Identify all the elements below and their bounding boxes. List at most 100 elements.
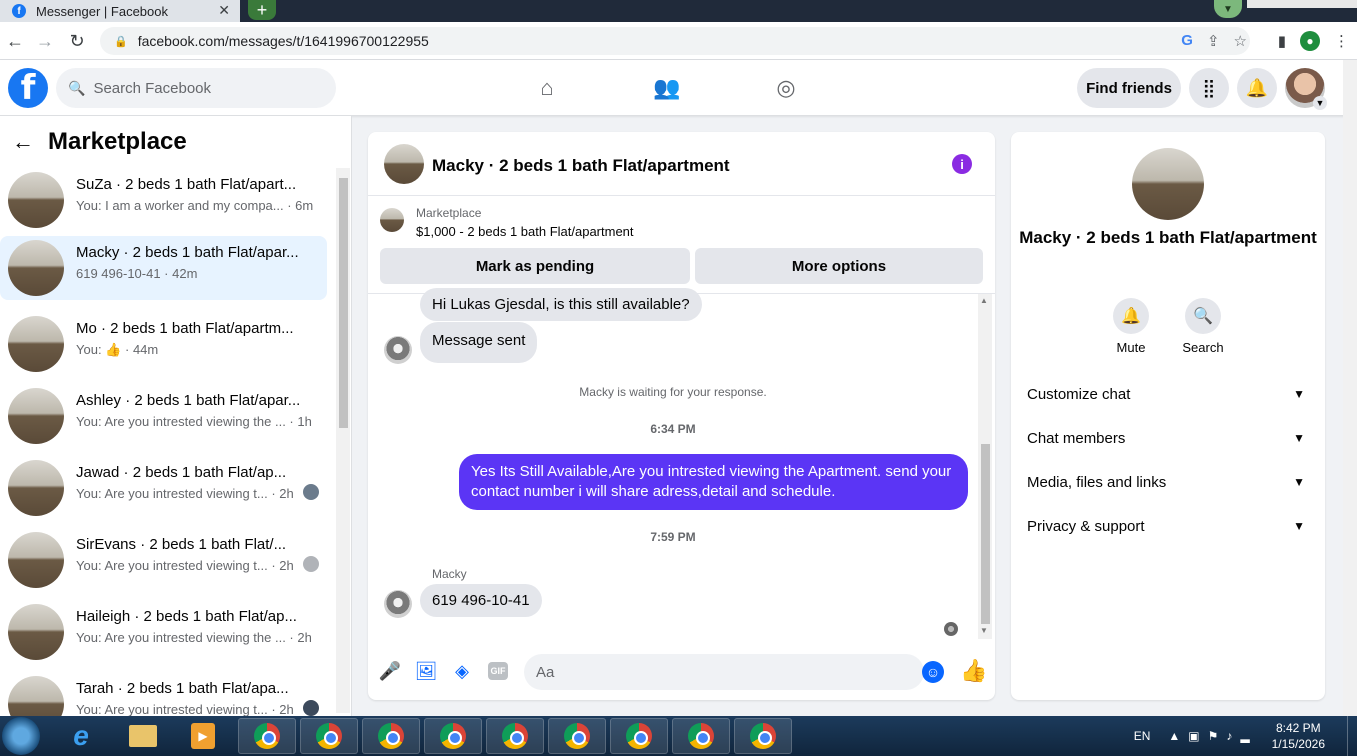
like-thumbs-up-icon[interactable]: 👍 bbox=[960, 658, 987, 684]
tray-icons[interactable]: ▲▣⚑♪▂ bbox=[1168, 729, 1257, 743]
show-desktop-button[interactable] bbox=[1347, 716, 1357, 756]
bell-icon[interactable]: 🔔 bbox=[1113, 298, 1149, 334]
info-icon[interactable]: i bbox=[952, 154, 972, 174]
conversation-snippet: 619 496-10-41 · 42m bbox=[76, 266, 198, 281]
conversation-snippet: You: Are you intrested viewing t... · 2h bbox=[76, 702, 294, 716]
share-icon[interactable]: ⇪ bbox=[1207, 32, 1220, 50]
media-files-links-row[interactable]: Media, files and links ▼ bbox=[1027, 462, 1309, 502]
search-action[interactable]: 🔍 Search bbox=[1173, 298, 1233, 355]
conversation-item[interactable]: Mo · 2 beds 1 bath Flat/apartm... You: 👍… bbox=[0, 312, 327, 376]
language-indicator[interactable]: EN bbox=[1134, 729, 1151, 743]
chat-members-row[interactable]: Chat members ▼ bbox=[1027, 418, 1309, 458]
find-friends-button[interactable]: Find friends bbox=[1077, 68, 1181, 108]
google-icon[interactable]: G bbox=[1181, 32, 1193, 50]
address-bar[interactable]: 🔒 facebook.com/messages/t/16419967001229… bbox=[100, 27, 1250, 55]
more-options-button[interactable]: More options bbox=[695, 248, 983, 284]
file-explorer-icon[interactable] bbox=[114, 718, 172, 754]
emoji-icon[interactable]: ☺ bbox=[922, 661, 944, 683]
conversation-item[interactable]: Ashley · 2 beds 1 bath Flat/apar... You:… bbox=[0, 384, 327, 448]
listing-thumbnail bbox=[8, 316, 64, 372]
chrome-taskbar-icon[interactable] bbox=[734, 718, 792, 754]
new-tab-button[interactable]: + bbox=[248, 0, 276, 20]
sidebar-scrollbar[interactable] bbox=[336, 168, 350, 713]
tab-search-chevron-icon[interactable]: ▼ bbox=[1214, 0, 1242, 18]
sidebar-title: Marketplace bbox=[48, 128, 187, 155]
chrome-taskbar-icon[interactable] bbox=[610, 718, 668, 754]
chrome-taskbar-icon[interactable] bbox=[548, 718, 606, 754]
chrome-taskbar-icon[interactable] bbox=[300, 718, 358, 754]
browser-menu-icon[interactable]: ⋮ bbox=[1334, 32, 1349, 50]
conversation-item-active[interactable]: Macky · 2 beds 1 bath Flat/apar... 619 4… bbox=[0, 236, 327, 300]
close-tab-icon[interactable]: ✕ bbox=[218, 2, 230, 19]
gif-icon[interactable]: GIF bbox=[488, 662, 508, 680]
search-label: Search bbox=[1182, 340, 1224, 355]
chat-panel: Macky · 2 beds 1 bath Flat/apartment i M… bbox=[368, 132, 995, 700]
privacy-support-row[interactable]: Privacy & support ▼ bbox=[1027, 506, 1309, 546]
groups-icon[interactable]: ◎ bbox=[772, 74, 800, 102]
sticker-icon[interactable]: ◈ bbox=[451, 660, 473, 682]
chrome-taskbar-icon[interactable] bbox=[362, 718, 420, 754]
page-scrollbar[interactable] bbox=[1343, 60, 1357, 716]
chat-avatar[interactable] bbox=[384, 144, 424, 184]
window-controls[interactable] bbox=[1247, 0, 1357, 8]
back-icon[interactable]: ← bbox=[4, 30, 26, 52]
microphone-icon[interactable]: 🎤 bbox=[379, 660, 401, 682]
internet-explorer-icon[interactable]: e bbox=[52, 718, 110, 754]
notifications-bell-icon[interactable]: 🔔 bbox=[1237, 68, 1277, 108]
clock[interactable]: 8:42 PM 1/15/2026 bbox=[1272, 720, 1325, 752]
scrollbar-thumb[interactable] bbox=[981, 444, 990, 624]
scrollbar-thumb[interactable] bbox=[339, 178, 348, 428]
sidebar-header: ← Marketplace bbox=[12, 128, 187, 156]
message-input[interactable]: Aa bbox=[524, 654, 924, 690]
chrome-taskbar-icon[interactable] bbox=[486, 718, 544, 754]
reload-icon[interactable]: ↻ bbox=[66, 30, 88, 52]
system-tray: EN ▲▣⚑♪▂ 8:42 PM 1/15/2026 bbox=[1134, 716, 1357, 756]
home-icon[interactable]: ⌂ bbox=[533, 74, 561, 102]
conversation-snippet: · 44m bbox=[125, 342, 159, 357]
menu-grid-icon[interactable]: ⣿ bbox=[1189, 68, 1229, 108]
scroll-down-icon[interactable]: ▼ bbox=[980, 626, 988, 635]
conversation-item[interactable]: SirEvans · 2 beds 1 bath Flat/... You: A… bbox=[0, 528, 327, 592]
profile-avatar[interactable] bbox=[1132, 148, 1204, 220]
browser-toolbar: ← → ↻ 🔒 facebook.com/messages/t/16419967… bbox=[0, 22, 1357, 60]
browser-tab[interactable]: f Messenger | Facebook ✕ bbox=[0, 0, 240, 22]
friends-icon[interactable]: 👥 bbox=[653, 74, 681, 102]
search-icon[interactable]: 🔍 bbox=[1185, 298, 1221, 334]
listing-price[interactable]: $1,000 - 2 beds 1 bath Flat/apartment bbox=[416, 224, 634, 239]
facebook-logo-icon[interactable]: f bbox=[8, 68, 48, 108]
media-player-icon[interactable]: ▶ bbox=[174, 718, 232, 754]
side-panel-icon[interactable]: ▮ bbox=[1278, 32, 1286, 50]
windows-taskbar: e ▶ EN ▲▣⚑♪▂ 8:42 PM 1/15/2026 bbox=[0, 716, 1357, 756]
profile-name: Macky · 2 beds 1 bath Flat/apartment bbox=[1019, 228, 1317, 247]
mark-as-pending-button[interactable]: Mark as pending bbox=[380, 248, 690, 284]
listing-thumbnail bbox=[8, 460, 64, 516]
conversation-item[interactable]: Tarah · 2 beds 1 bath Flat/apa... You: A… bbox=[0, 672, 327, 716]
chat-scrollbar[interactable]: ▲ ▼ bbox=[978, 294, 992, 639]
chrome-taskbar-icon[interactable] bbox=[238, 718, 296, 754]
account-avatar[interactable]: ▼ bbox=[1285, 68, 1327, 110]
listing-thumbnail bbox=[8, 240, 64, 296]
chrome-taskbar-icon[interactable] bbox=[424, 718, 482, 754]
forward-icon[interactable]: → bbox=[34, 30, 56, 52]
back-arrow-icon[interactable]: ← bbox=[12, 129, 34, 155]
profile-icon[interactable]: ● bbox=[1300, 31, 1320, 51]
timestamp: 6:34 PM bbox=[650, 422, 696, 436]
scroll-up-icon[interactable]: ▲ bbox=[980, 296, 988, 305]
facebook-search-input[interactable]: 🔍 Search Facebook bbox=[56, 68, 336, 108]
conversation-item[interactable]: SuZa · 2 beds 1 bath Flat/apart... You: … bbox=[0, 168, 327, 232]
photo-icon[interactable]: 🖼 bbox=[415, 660, 438, 682]
conversation-info-panel: Macky · 2 beds 1 bath Flat/apartment 🔔 M… bbox=[1011, 132, 1325, 700]
conversation-item[interactable]: Jawad · 2 beds 1 bath Flat/ap... You: Ar… bbox=[0, 456, 327, 520]
menu-label: Privacy & support bbox=[1027, 517, 1145, 535]
chrome-taskbar-icon[interactable] bbox=[672, 718, 730, 754]
start-button-icon[interactable] bbox=[2, 717, 40, 755]
mute-action[interactable]: 🔔 Mute bbox=[1101, 298, 1161, 355]
conversation-item[interactable]: Haileigh · 2 beds 1 bath Flat/ap... You:… bbox=[0, 600, 327, 664]
customize-chat-row[interactable]: Customize chat ▼ bbox=[1027, 374, 1309, 414]
sender-name: Macky bbox=[432, 567, 467, 581]
listing-thumbnail bbox=[8, 676, 64, 716]
chat-title[interactable]: Macky · 2 beds 1 bath Flat/apartment bbox=[432, 156, 730, 176]
bookmark-star-icon[interactable]: ☆ bbox=[1234, 32, 1247, 50]
browser-tab-bar: f Messenger | Facebook ✕ + ▼ bbox=[0, 0, 1357, 22]
conversation-snippet: You: I am a worker and my compa... · 6m bbox=[76, 198, 314, 213]
